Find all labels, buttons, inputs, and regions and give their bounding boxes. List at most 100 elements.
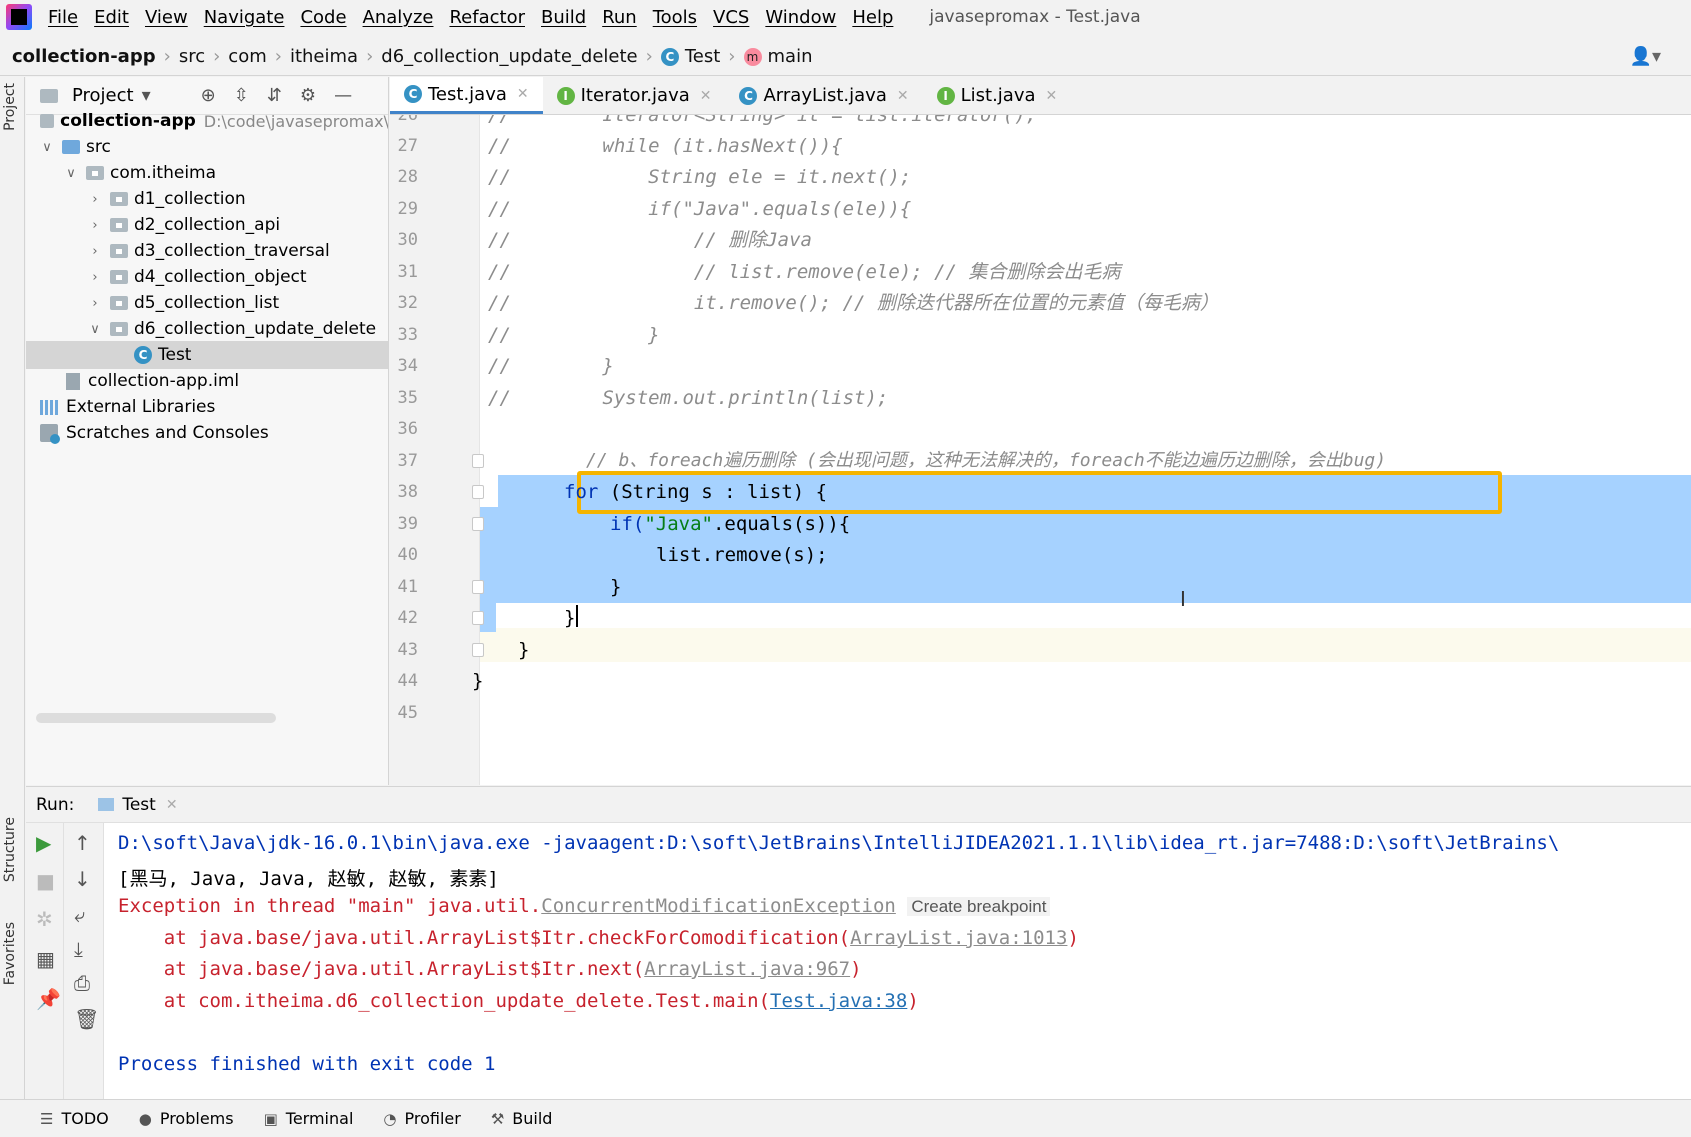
tab-test-java[interactable]: C Test.java ✕ [390,77,543,114]
tree-item-src[interactable]: ∨ src [26,133,388,161]
close-icon[interactable]: ✕ [897,88,909,104]
hammer-icon: ⚒ [490,1109,505,1128]
menu-view[interactable]: View [145,7,188,28]
collapse-all-icon[interactable]: ⇵ [267,85,282,106]
tree-item-d2[interactable]: › d2_collection_api [26,211,388,239]
breadcrumb-com[interactable]: com [228,46,266,67]
fold-marker-icon[interactable] [472,643,484,657]
fold-marker-icon[interactable] [472,580,484,594]
breadcrumb-package[interactable]: d6_collection_update_delete [381,46,637,67]
package-icon [110,218,128,232]
tab-list-java[interactable]: I List.java ✕ [923,77,1072,114]
bottom-tab-todo[interactable]: ☰ TODO [40,1109,109,1128]
code-line-39: if("Java".equals(s)){ [610,513,851,535]
bottom-tab-build[interactable]: ⚒ Build [491,1109,553,1128]
bottom-tab-profiler[interactable]: ◔ Profiler [383,1109,460,1128]
expand-all-icon[interactable]: ⇳ [234,85,249,106]
breadcrumb-method[interactable]: m main [743,46,812,67]
breadcrumb-project[interactable]: collection-app [12,46,156,67]
breadcrumb-itheima[interactable]: itheima [290,46,358,67]
tab-iterator-java[interactable]: I Iterator.java ✕ [543,77,726,114]
favorites-tool-tab[interactable]: Favorites [2,922,18,985]
stop-icon[interactable]: ■ [36,869,55,893]
locate-icon[interactable]: ⊕ [201,85,216,106]
menu-run[interactable]: Run [602,7,637,28]
menu-tools[interactable]: Tools [653,7,697,28]
gear-icon[interactable]: ⚙ [300,85,316,106]
create-breakpoint-link[interactable]: Create breakpoint [907,897,1051,916]
project-view-selector[interactable]: Project [72,85,134,106]
minimize-icon[interactable]: — [334,85,352,106]
tree-item-d1[interactable]: › d1_collection [26,185,388,213]
chevron-down-icon[interactable]: ∨ [40,140,54,155]
scroll-to-end-icon[interactable]: ⤓ [74,937,83,961]
bottom-tab-problems[interactable]: ● Problems [139,1109,234,1128]
fold-marker-icon[interactable] [472,517,484,531]
run-tab-test[interactable]: Test ✕ [98,795,178,815]
line-number: 29 [397,199,418,219]
chevron-down-icon[interactable]: ▾ [142,85,151,106]
menu-help[interactable]: Help [852,7,893,28]
chevron-down-icon[interactable]: ∨ [88,322,102,337]
menu-navigate[interactable]: Navigate [204,7,285,28]
breadcrumb-class[interactable]: C Test [660,46,720,67]
project-tool-tab[interactable]: Project [2,83,18,131]
debug-icon[interactable]: ✲ [36,907,53,931]
bottom-tab-terminal[interactable]: ▣ Terminal [264,1109,354,1128]
tree-item-iml[interactable]: collection-app.iml [26,367,388,395]
menu-window[interactable]: Window [765,7,836,28]
tree-item-d6[interactable]: ∨ d6_collection_update_delete [26,315,388,343]
rerun-icon[interactable]: ▶ [36,831,51,855]
horizontal-scrollbar[interactable] [36,713,276,723]
menu-refactor[interactable]: Refactor [449,7,525,28]
close-icon[interactable]: ✕ [700,88,712,104]
project-view-icon [40,88,58,103]
pin-icon[interactable]: 📌 [36,987,61,1011]
close-icon[interactable]: ✕ [1046,88,1058,104]
fold-marker-icon[interactable] [472,454,484,468]
stack-link[interactable]: ArrayList.java:1013 [850,927,1067,949]
line-number: 34 [397,356,418,376]
layout-icon[interactable]: ▦ [36,947,55,971]
trash-icon[interactable]: 🗑 [74,1007,99,1031]
tree-item-test[interactable]: C Test [26,341,388,369]
arrow-down-icon[interactable]: ↓ [74,867,91,891]
chevron-right-icon[interactable]: › [88,270,102,285]
tree-item-package[interactable]: ∨ com.itheima [26,159,388,187]
tree-item-scratches[interactable]: Scratches and Consoles [26,419,388,447]
menu-edit[interactable]: Edit [94,7,129,28]
tree-item-d5[interactable]: › d5_collection_list [26,289,388,317]
soft-wrap-icon[interactable]: ⤶ [74,903,85,927]
code-editor[interactable]: 26 27 28 29 30 31 32 33 34 35 36 37 38 3… [390,115,1691,785]
chevron-right-icon[interactable]: › [88,296,102,311]
menu-analyze[interactable]: Analyze [363,7,434,28]
user-icon[interactable]: 👤▾ [1630,46,1661,67]
menu-code[interactable]: Code [300,7,346,28]
tab-arraylist-java[interactable]: C ArrayList.java ✕ [725,77,922,114]
tree-item-root[interactable]: collection-app D:\code\javasepromax\ [26,107,388,135]
arrow-up-icon[interactable]: ↑ [74,831,91,855]
menu-file[interactable]: File [48,7,78,28]
breadcrumb: collection-app › src › com › itheima › d… [0,38,1691,76]
terminal-icon: ▣ [263,1109,278,1128]
print-icon[interactable]: ⎙ [74,971,90,995]
chevron-right-icon[interactable]: › [88,244,102,259]
chevron-right-icon[interactable]: › [88,218,102,233]
chevron-right-icon[interactable]: › [88,192,102,207]
tree-item-d4[interactable]: › d4_collection_object [26,263,388,291]
chevron-down-icon[interactable]: ∨ [64,166,78,181]
fold-marker-icon[interactable] [472,485,484,499]
stack-link[interactable]: Test.java:38 [770,990,907,1012]
interface-icon: I [556,86,575,105]
breadcrumb-src[interactable]: src [179,46,205,67]
structure-tool-tab[interactable]: Structure [2,817,18,882]
tree-item-external-libraries[interactable]: External Libraries [26,393,388,421]
menu-build[interactable]: Build [541,7,586,28]
close-icon[interactable]: ✕ [166,797,178,813]
menu-vcs[interactable]: VCS [713,7,749,28]
exception-class-link[interactable]: ConcurrentModificationException [541,895,896,917]
stack-link[interactable]: ArrayList.java:967 [644,958,850,980]
fold-marker-icon[interactable] [472,611,484,625]
tree-item-d3[interactable]: › d3_collection_traversal [26,237,388,265]
close-icon[interactable]: ✕ [517,86,529,102]
